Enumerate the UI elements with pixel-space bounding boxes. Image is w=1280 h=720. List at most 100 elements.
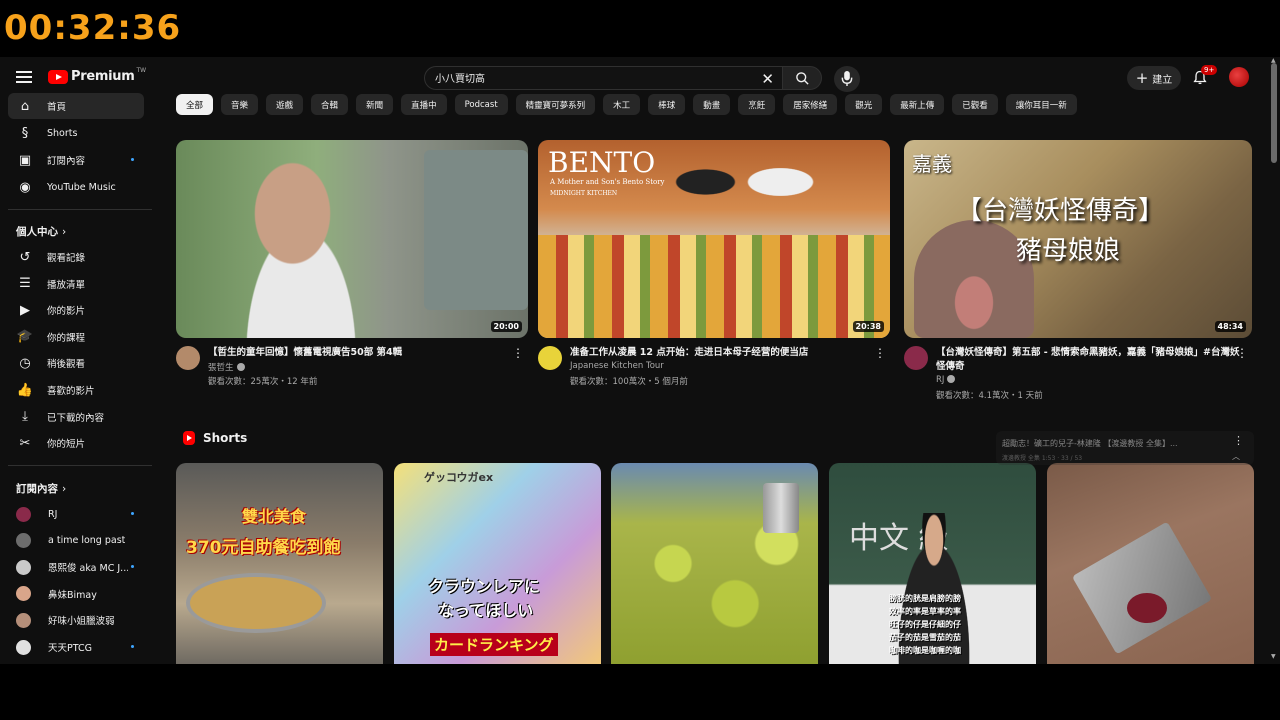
sidebar-item[interactable]: 🎓 你的課程 [8,324,144,350]
sidebar-section-subscriptions[interactable]: 訂閱內容 › [16,481,66,496]
short-card[interactable]: 雙北美食 370元自助餐吃到飽 [176,463,383,664]
chevron-up-icon[interactable]: ︿ [1232,451,1240,462]
short-card[interactable]: ゲッコウガex クラウンレアに なってほしい カードランキング [394,463,601,664]
video-stats: 觀看次數：25萬次・12 年前 [208,377,318,387]
sidebar-item[interactable]: ◷ 稍後觀看 [8,350,144,376]
channel-name[interactable]: RJ [936,375,956,385]
sidebar-item-label: 觀看記錄 [47,253,86,264]
subscription-item[interactable]: 天天PTCG [8,634,144,660]
filter-chip[interactable]: 遊戲 [266,94,304,115]
youtube-premium-logo[interactable]: Premium TW [48,67,146,84]
filter-chip[interactable]: Podcast [454,94,508,115]
search-input[interactable] [435,72,735,83]
verified-icon [236,363,245,371]
channel-avatar [16,612,31,628]
more-options-icon[interactable]: ⋮ [512,346,524,360]
filter-chip[interactable]: 最新上傳 [890,94,945,115]
subscription-item[interactable]: 鼻妹Bimay [8,581,144,607]
video-title[interactable]: 【台灣妖怪傳奇】第五部 - 悲情索命黑豬妖，嘉義「豬母娘娘」#台灣妖怪傳奇 [936,346,1241,374]
sidebar-item[interactable]: ☰ 播放清單 [8,271,144,297]
subscriptions-icon: ▣ [18,152,32,168]
subscription-label: RJ [48,508,58,520]
more-options-icon[interactable]: ⋮ [1233,434,1244,447]
sidebar-item[interactable]: ▶ 你的影片 [8,297,144,323]
short-caption: クラウンレアに [428,577,541,596]
sidebar-item[interactable]: ⤓ 已下載的內容 [8,404,144,430]
subscription-item[interactable]: a time long past [8,528,144,554]
channel-name[interactable]: 張哲生 [208,361,245,373]
video-title[interactable]: 【哲生的童年回憶】懷舊電視廣告50部 第4輯 [208,346,513,360]
sidebar-section-you[interactable]: 個人中心 › [16,224,66,239]
filter-chip[interactable]: 觀光 [845,94,883,115]
filter-chip[interactable]: 已觀看 [952,94,998,115]
subscription-item[interactable]: RJ [8,501,144,527]
thumbnail-subtitle-2: MIDNIGHT KITCHEN [550,190,618,197]
thumbnail-food-trays [538,235,890,338]
sidebar-item[interactable]: § Shorts [8,120,144,146]
filter-chip[interactable]: 音樂 [221,94,259,115]
youtube-play-icon [48,69,68,84]
short-subtitle-3: 旺仔的仔是仔細的仔 [889,620,961,629]
filter-chip[interactable]: 直播中 [401,94,447,115]
watch-later-icon: ◷ [19,355,31,371]
sidebar-item[interactable]: ⌂ 首頁 [8,93,144,119]
more-options-icon[interactable]: ⋮ [1236,346,1248,360]
notifications-button[interactable]: 9+ [1192,65,1218,90]
filter-chip[interactable]: 烹飪 [738,94,776,115]
sidebar: ⌂ 首頁 § Shorts ▣ 訂閱內容 ◉ YouTube Music 個人中… [0,93,160,664]
scrollbar-thumb[interactable] [1271,63,1277,163]
filter-chip[interactable]: 木工 [603,94,641,115]
sidebar-item[interactable]: ✂ 你的短片 [8,430,144,456]
channel-avatar[interactable] [176,346,200,370]
video-thumbnail[interactable]: 嘉義 【台灣妖怪傳奇】 豬母娘娘 48:34 [904,140,1252,338]
video-thumbnail[interactable]: 20:00 [176,140,528,338]
channel-avatar[interactable] [538,346,562,370]
subscription-item[interactable]: 恩熙俊 aka MC J... [8,554,144,580]
letterbox-bottom [0,664,1280,720]
sidebar-item-label: Shorts [47,127,78,139]
channel-avatar [16,506,31,522]
channel-name-text: 張哲生 [208,363,234,373]
short-subtitle-5: 咖啡的咖是咖喱的咖 [889,646,961,655]
thumbnail-person [216,160,386,338]
filter-chip[interactable]: 精靈寶可夢系列 [515,94,596,115]
miniplayer-title: 超勵志！礦工的兒子-林建隆 【渡邊教授 全集】... [1002,439,1178,448]
sidebar-item[interactable]: ↺ 觀看記錄 [8,244,144,270]
short-card[interactable] [611,463,818,664]
filter-chip[interactable]: 新聞 [356,94,394,115]
create-button[interactable]: + 建立 [1127,66,1181,90]
video-title[interactable]: 准备工作从凌晨 12 点开始：走进日本母子经营的便当店 [570,346,875,360]
short-card[interactable]: 中文 級 膀胱的胱是肩膀的膀 效率的率是草率的率 旺仔的仔是仔細的仔 茄子的茄是… [829,463,1036,664]
timer-text: 00:32:36 [4,8,182,48]
voice-search-button[interactable] [834,66,860,92]
shorts-icon: § [21,125,29,141]
short-subtitle-4: 茄子的茄是雪茄的茄 [889,633,961,642]
more-options-icon[interactable]: ⋮ [874,346,886,360]
filter-chip[interactable]: 棒球 [648,94,686,115]
search-icon [796,72,809,85]
sidebar-item[interactable]: 👍 喜歡的影片 [8,377,144,403]
subscription-label: a time long past [48,535,126,547]
page-scrollbar[interactable]: ▲ ▼ [1268,57,1280,664]
search-button[interactable] [782,66,822,90]
short-card[interactable] [1047,463,1254,664]
scroll-down-arrow-icon[interactable]: ▼ [1271,653,1276,660]
filter-chip[interactable]: 合輯 [311,94,349,115]
brand-text: Premium [71,69,135,84]
channel-avatar[interactable] [904,346,928,370]
sidebar-item[interactable]: ▣ 訂閱內容 [8,147,144,173]
filter-chip[interactable]: 居家修繕 [783,94,838,115]
channel-name[interactable]: Japanese Kitchen Tour [570,361,664,371]
filter-chip[interactable]: 讓你耳目一新 [1005,94,1077,115]
thumbnail-title: BENTO [548,146,656,179]
filter-chip[interactable]: 動畫 [693,94,731,115]
account-avatar[interactable] [1229,67,1249,87]
subscription-item[interactable]: 好味小姐臘波弱 [8,607,144,633]
filter-chip[interactable]: 全部 [176,94,214,115]
sidebar-item[interactable]: ◉ YouTube Music [8,174,144,200]
menu-icon[interactable] [16,71,32,83]
sidebar-item-label: 你的課程 [47,332,86,344]
short-caption-2: なってほしい [438,601,534,620]
clear-search-icon[interactable]: ✕ [761,70,774,88]
video-thumbnail[interactable]: BENTO A Mother and Son's Bento Story MID… [538,140,890,338]
